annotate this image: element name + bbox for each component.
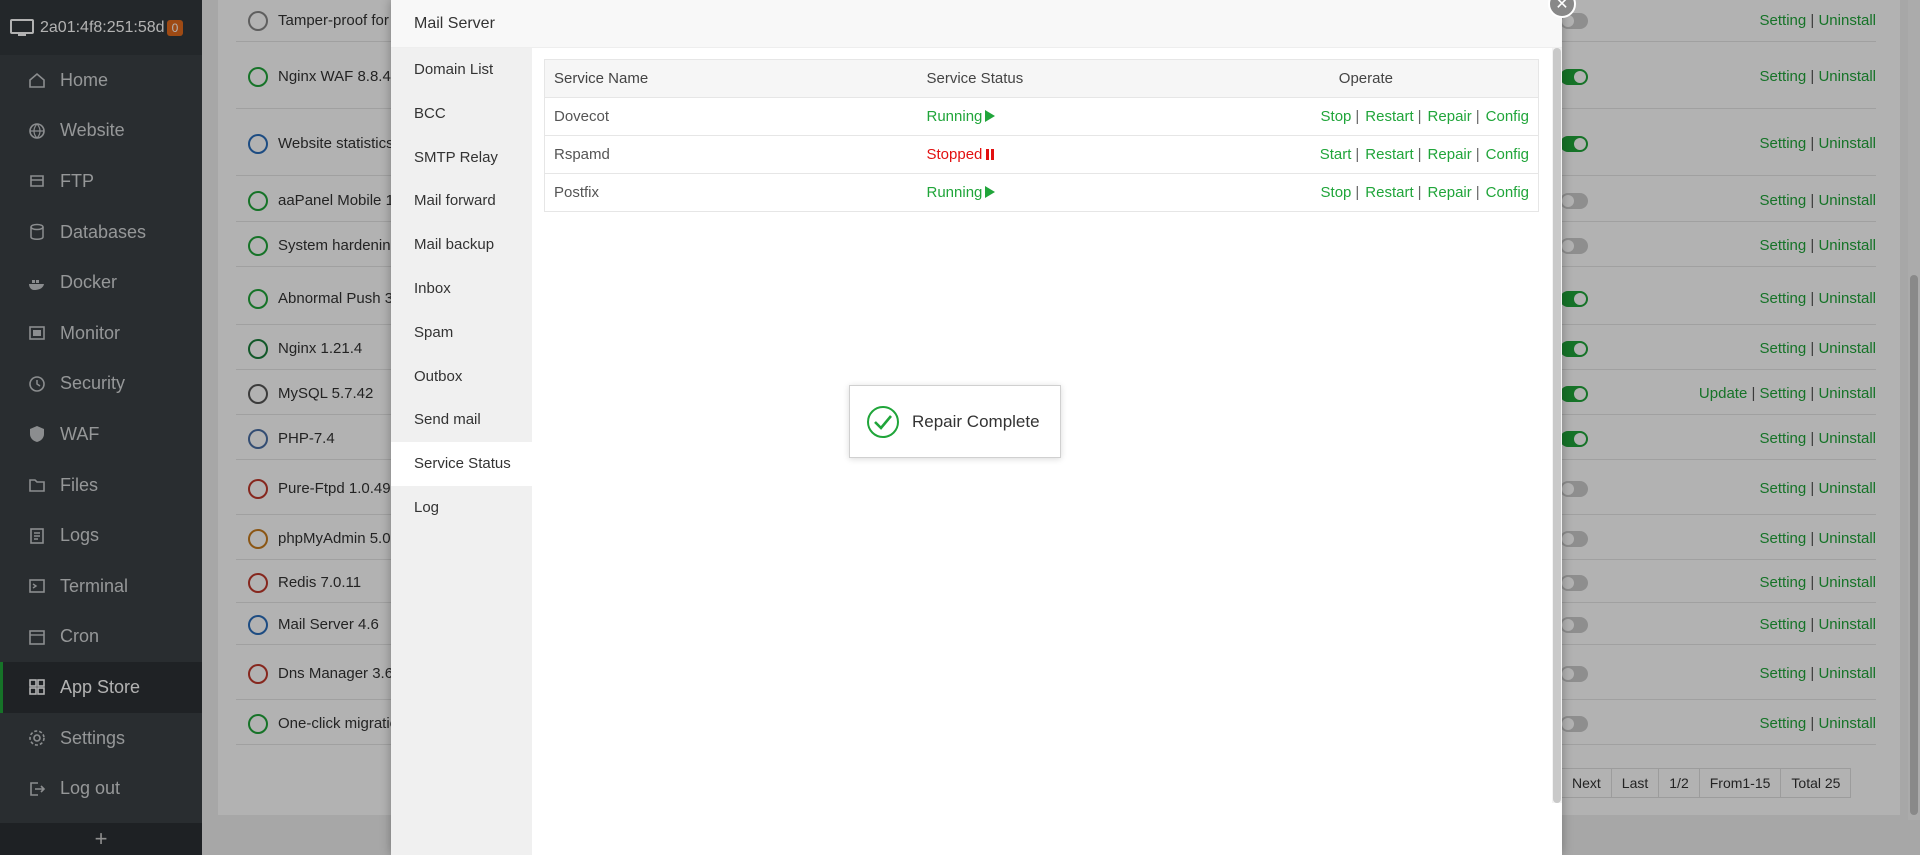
service-table: Service Name Service Status Operate Dove… [544,59,1539,212]
play-icon [985,186,996,198]
repair-button[interactable]: Repair [1428,108,1472,125]
config-button[interactable]: Config [1486,184,1529,201]
service-status-cell: Stopped [917,135,1218,174]
service-status-cell: Running [917,173,1218,212]
menu-item-inbox[interactable]: Inbox [391,267,532,311]
stop-button[interactable]: Stop [1321,184,1352,201]
service-operations: Stop | Restart | Repair | Config [1217,97,1539,136]
menu-item-send-mail[interactable]: Send mail [391,398,532,442]
service-name: Rspamd [544,135,918,174]
menu-item-service-status[interactable]: Service Status [391,442,532,486]
menu-item-smtp-relay[interactable]: SMTP Relay [391,136,532,180]
status-text: Stopped [926,146,983,163]
menu-item-outbox[interactable]: Outbox [391,355,532,399]
repair-button[interactable]: Repair [1428,146,1472,163]
col-service-name: Service Name [544,59,918,98]
service-status-cell: Running [917,97,1218,136]
repair-button[interactable]: Repair [1428,184,1472,201]
restart-button[interactable]: Restart [1365,108,1413,125]
restart-button[interactable]: Restart [1365,184,1413,201]
service-row: Postfix Running Stop | Restart | Repair | Config [544,173,1539,212]
service-row: Rspamd Stopped Start | Restart | Repair | Config [544,135,1539,174]
service-name: Dovecot [544,97,918,136]
status-text: Running [926,184,983,201]
col-operate: Operate [1217,59,1539,98]
check-circle-icon [867,405,899,438]
menu-item-mail-backup[interactable]: Mail backup [391,223,532,267]
menu-item-log[interactable]: Log [391,486,532,530]
status-text: Running [926,108,983,125]
repair-toast: Repair Complete [849,385,1061,458]
toast-message: Repair Complete [912,411,1040,431]
dialog-scrollbar-thumb[interactable] [1553,48,1561,803]
col-service-status: Service Status [917,59,1218,98]
start-button[interactable]: Start [1320,146,1352,163]
service-operations: Stop | Restart | Repair | Config [1217,173,1539,212]
menu-item-bcc[interactable]: BCC [391,92,532,136]
config-button[interactable]: Config [1486,108,1529,125]
play-icon [985,110,996,122]
restart-button[interactable]: Restart [1365,146,1413,163]
service-name: Postfix [544,173,918,212]
service-operations: Start | Restart | Repair | Config [1217,135,1539,174]
menu-item-spam[interactable]: Spam [391,311,532,355]
menu-item-mail-forward[interactable]: Mail forward [391,179,532,223]
menu-item-domain-list[interactable]: Domain List [391,48,532,92]
dialog-scrollbar[interactable] [1552,48,1562,803]
dialog-title: Mail Server [391,0,1562,48]
mail-server-menu: Domain List BCC SMTP Relay Mail forward Mail… [391,48,532,855]
service-row: Dovecot Running Stop | Restart | Repair | Config [544,97,1539,136]
pause-icon [986,149,995,160]
stop-button[interactable]: Stop [1321,108,1352,125]
config-button[interactable]: Config [1486,146,1529,163]
